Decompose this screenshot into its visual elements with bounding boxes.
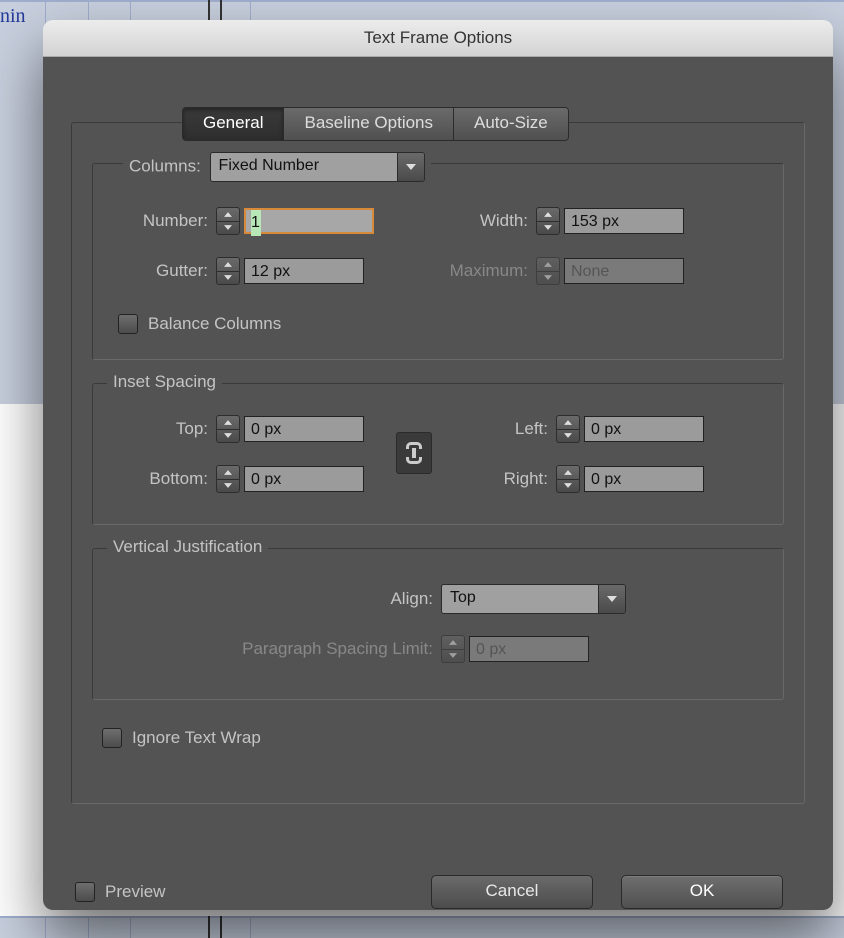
preview-label: Preview <box>105 882 165 902</box>
right-label: Right: <box>448 469 556 489</box>
psl-label: Paragraph Spacing Limit: <box>153 639 441 659</box>
columns-mode-dropdown[interactable]: Fixed Number <box>210 152 425 182</box>
top-field[interactable]: 0 px <box>244 416 364 442</box>
text-frame-options-dialog: Text Frame Options General Baseline Opti… <box>43 20 833 910</box>
number-label: Number: <box>93 211 216 231</box>
gutter-label: Gutter: <box>93 261 216 281</box>
inset-spacing-group: Inset Spacing Top: 0 px Bottom: 0 px <box>92 383 784 525</box>
dropdown-arrow-icon <box>397 153 424 181</box>
link-icon[interactable] <box>396 432 432 474</box>
dropdown-arrow-icon <box>598 585 625 613</box>
psl-stepper <box>441 635 465 663</box>
main-panel: General Baseline Options Auto-Size Colum… <box>71 122 805 804</box>
ignore-text-wrap-label: Ignore Text Wrap <box>132 728 261 748</box>
bottom-label: Bottom: <box>93 469 216 489</box>
tab-bar: General Baseline Options Auto-Size <box>182 107 569 141</box>
columns-group: Columns: Fixed Number Number: <box>92 163 784 360</box>
top-stepper[interactable] <box>216 415 240 443</box>
ok-button[interactable]: OK <box>621 875 783 909</box>
inset-legend: Inset Spacing <box>107 372 222 392</box>
ignore-text-wrap-checkbox[interactable] <box>102 728 122 748</box>
gutter-stepper[interactable] <box>216 257 240 285</box>
width-stepper[interactable] <box>536 207 560 235</box>
balance-columns-checkbox[interactable] <box>118 314 138 334</box>
left-label: Left: <box>448 419 556 439</box>
align-label: Align: <box>333 589 441 609</box>
tab-general[interactable]: General <box>183 108 283 140</box>
maximum-field: None <box>564 258 684 284</box>
align-value: Top <box>442 585 598 613</box>
balance-columns-label: Balance Columns <box>148 314 281 334</box>
vjust-legend: Vertical Justification <box>107 537 268 557</box>
tab-baseline-options[interactable]: Baseline Options <box>283 108 453 140</box>
right-field[interactable]: 0 px <box>584 466 704 492</box>
maximum-label: Maximum: <box>393 261 536 281</box>
left-stepper[interactable] <box>556 415 580 443</box>
psl-field: 0 px <box>469 636 589 662</box>
dialog-title: Text Frame Options <box>43 20 833 57</box>
columns-legend: Columns: Fixed Number <box>123 152 431 182</box>
left-field[interactable]: 0 px <box>584 416 704 442</box>
top-label: Top: <box>93 419 216 439</box>
bottom-stepper[interactable] <box>216 465 240 493</box>
vertical-justification-group: Vertical Justification Align: Top Paragr… <box>92 548 784 700</box>
bottom-field[interactable]: 0 px <box>244 466 364 492</box>
cancel-button[interactable]: Cancel <box>431 875 593 909</box>
gutter-field[interactable]: 12 px <box>244 258 364 284</box>
right-stepper[interactable] <box>556 465 580 493</box>
number-stepper[interactable] <box>216 207 240 235</box>
maximum-stepper <box>536 257 560 285</box>
bg-text-min: nin <box>0 5 26 28</box>
width-field[interactable]: 153 px <box>564 208 684 234</box>
align-dropdown[interactable]: Top <box>441 584 626 614</box>
preview-checkbox[interactable] <box>75 882 95 902</box>
number-field[interactable]: 1 <box>244 208 374 234</box>
tab-auto-size[interactable]: Auto-Size <box>453 108 568 140</box>
columns-mode-value: Fixed Number <box>211 153 397 181</box>
width-label: Width: <box>423 211 536 231</box>
